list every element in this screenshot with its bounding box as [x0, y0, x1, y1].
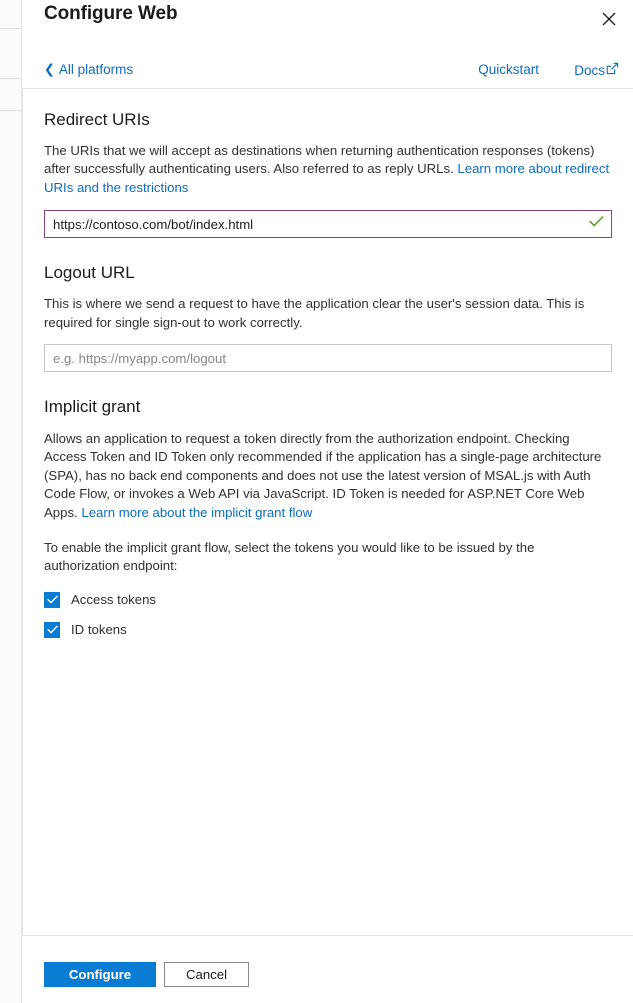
- page-title: Configure Web: [44, 3, 178, 24]
- redirect-uris-description: The URIs that we will accept as destinat…: [44, 142, 612, 197]
- background-divider: [0, 78, 22, 79]
- implicit-grant-description: Allows an application to request a token…: [44, 430, 612, 522]
- cancel-button[interactable]: Cancel: [164, 962, 249, 987]
- configure-button[interactable]: Configure: [44, 962, 156, 987]
- implicit-grant-instruction: To enable the implicit grant flow, selec…: [44, 540, 535, 574]
- back-to-all-platforms-link[interactable]: ❮ All platforms: [44, 62, 133, 77]
- logout-url-description: This is where we send a request to have …: [44, 296, 585, 330]
- header-links: ❮ All platforms Quickstart Docs: [22, 62, 633, 82]
- external-link-icon: [606, 62, 619, 78]
- id-tokens-checkbox[interactable]: [44, 621, 60, 638]
- id-tokens-label: ID tokens: [71, 622, 127, 638]
- implicit-grant-heading: Implicit grant: [44, 397, 141, 417]
- background-panel: [0, 0, 22, 1003]
- redirect-uri-input[interactable]: https://contoso.com/bot/index.html: [44, 210, 612, 239]
- close-icon: [602, 12, 616, 26]
- checkmark-icon: [46, 625, 58, 634]
- dialog-footer: Configure Cancel: [23, 936, 633, 1003]
- background-divider: [0, 110, 22, 111]
- access-tokens-label: Access tokens: [71, 592, 157, 608]
- dialog-content: Redirect URIs The URIs that we will acce…: [23, 89, 633, 935]
- checkmark-icon: [589, 215, 604, 233]
- checkmark-icon: [46, 595, 58, 604]
- docs-link[interactable]: Docs: [574, 62, 619, 78]
- background-divider: [0, 28, 22, 29]
- redirect-uri-input-value: https://contoso.com/bot/index.html: [53, 216, 254, 232]
- checkbox-row-access-tokens[interactable]: Access tokens: [44, 589, 612, 611]
- quickstart-link[interactable]: Quickstart: [478, 62, 539, 77]
- access-tokens-checkbox[interactable]: [44, 591, 60, 608]
- close-button[interactable]: [593, 4, 625, 34]
- logout-url-input[interactable]: e.g. https://myapp.com/logout: [44, 344, 612, 373]
- logout-url-placeholder: e.g. https://myapp.com/logout: [53, 350, 226, 366]
- docs-link-label: Docs: [574, 62, 605, 78]
- redirect-uris-heading: Redirect URIs: [44, 110, 150, 129]
- chevron-left-icon: ❮: [44, 61, 55, 77]
- dialog-header: Configure Web ❮ All platforms Quickstart…: [22, 0, 633, 88]
- logout-url-heading: Logout URL: [44, 263, 135, 283]
- checkbox-row-id-tokens[interactable]: ID tokens: [44, 619, 612, 641]
- implicit-grant-learn-more-link[interactable]: Learn more about the implicit grant flow: [81, 505, 312, 520]
- back-link-label: All platforms: [58, 62, 134, 77]
- configure-web-dialog: Configure Web ❮ All platforms Quickstart…: [0, 0, 633, 1003]
